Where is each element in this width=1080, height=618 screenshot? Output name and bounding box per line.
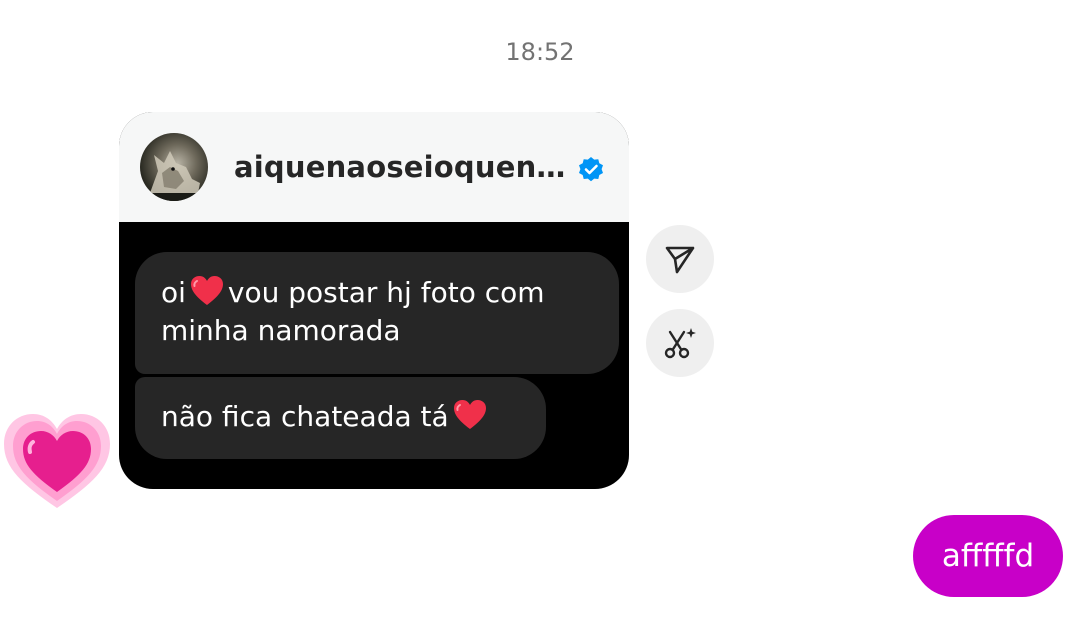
post-author-username[interactable]: aiquenaoseioquen… [234, 150, 566, 184]
message-text: oi [161, 276, 186, 309]
ai-cutout-button[interactable] [646, 309, 714, 377]
red-heart-emoji-icon [453, 400, 486, 429]
red-heart-emoji-icon [190, 276, 223, 305]
profile-avatar[interactable] [140, 133, 208, 201]
verified-badge-icon [579, 157, 603, 182]
sent-message-bubble[interactable]: afffffd [913, 515, 1063, 597]
message-text: não fica chateada tá [161, 400, 449, 433]
send-icon [665, 246, 695, 274]
shared-message-bubble: oi vou postar hj foto com minha namorada [135, 252, 619, 374]
forward-message-button[interactable] [646, 225, 714, 293]
pink-heart-emoji-icon[interactable] [0, 408, 114, 512]
message-text: vou postar hj foto com [227, 276, 545, 309]
wolf-avatar-icon [140, 151, 208, 201]
scissors-sparkle-icon [664, 328, 696, 359]
shared-message-bubble: não fica chateada tá [135, 377, 546, 459]
shared-post-card[interactable]: aiquenaoseioquen… oi vou postar hj foto c… [119, 112, 629, 489]
shared-post-header[interactable]: aiquenaoseioquen… [119, 112, 629, 222]
message-timestamp: 18:52 [505, 38, 575, 66]
message-text: minha namorada [161, 314, 401, 347]
